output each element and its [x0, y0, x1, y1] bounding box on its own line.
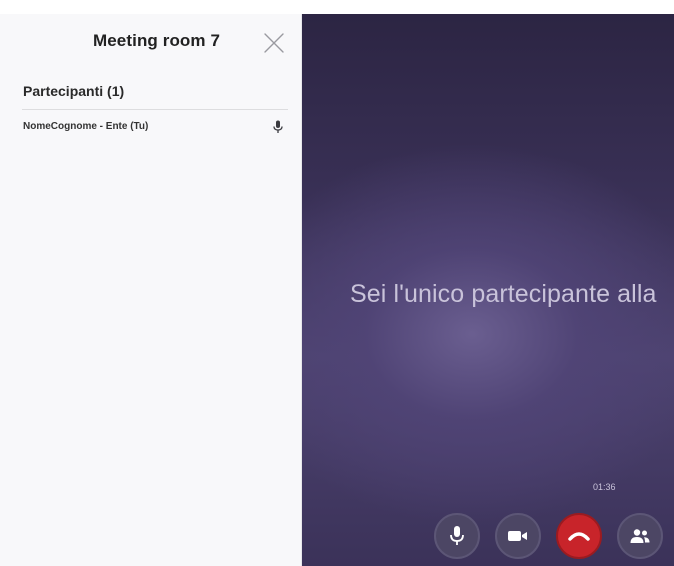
microphone-button[interactable] [434, 513, 480, 559]
microphone-icon [272, 120, 284, 134]
close-icon [264, 33, 284, 53]
video-stage: Sei l'unico partecipante alla 01:36 [302, 14, 674, 566]
people-icon [630, 529, 650, 543]
microphone-icon [450, 526, 464, 545]
camera-button[interactable] [495, 513, 541, 559]
close-sidebar-button[interactable] [262, 31, 286, 55]
alone-message: Sei l'unico partecipante alla [350, 280, 657, 308]
participant-row[interactable]: NomeCognome - Ente (Tu) [22, 118, 288, 140]
phone-hangup-icon [568, 532, 590, 541]
participants-heading: Partecipanti (1) [23, 83, 125, 99]
hang-up-button[interactable] [556, 513, 602, 559]
participants-button[interactable] [617, 513, 663, 559]
participants-sidebar: Meeting room 7 Partecipanti (1) NomeCogn… [0, 14, 302, 566]
video-camera-icon [508, 531, 527, 541]
call-timer: 01:36 [593, 482, 616, 492]
divider [22, 109, 288, 110]
participant-name: NomeCognome - Ente (Tu) [23, 121, 149, 132]
meeting-window: Meeting room 7 Partecipanti (1) NomeCogn… [0, 0, 674, 566]
